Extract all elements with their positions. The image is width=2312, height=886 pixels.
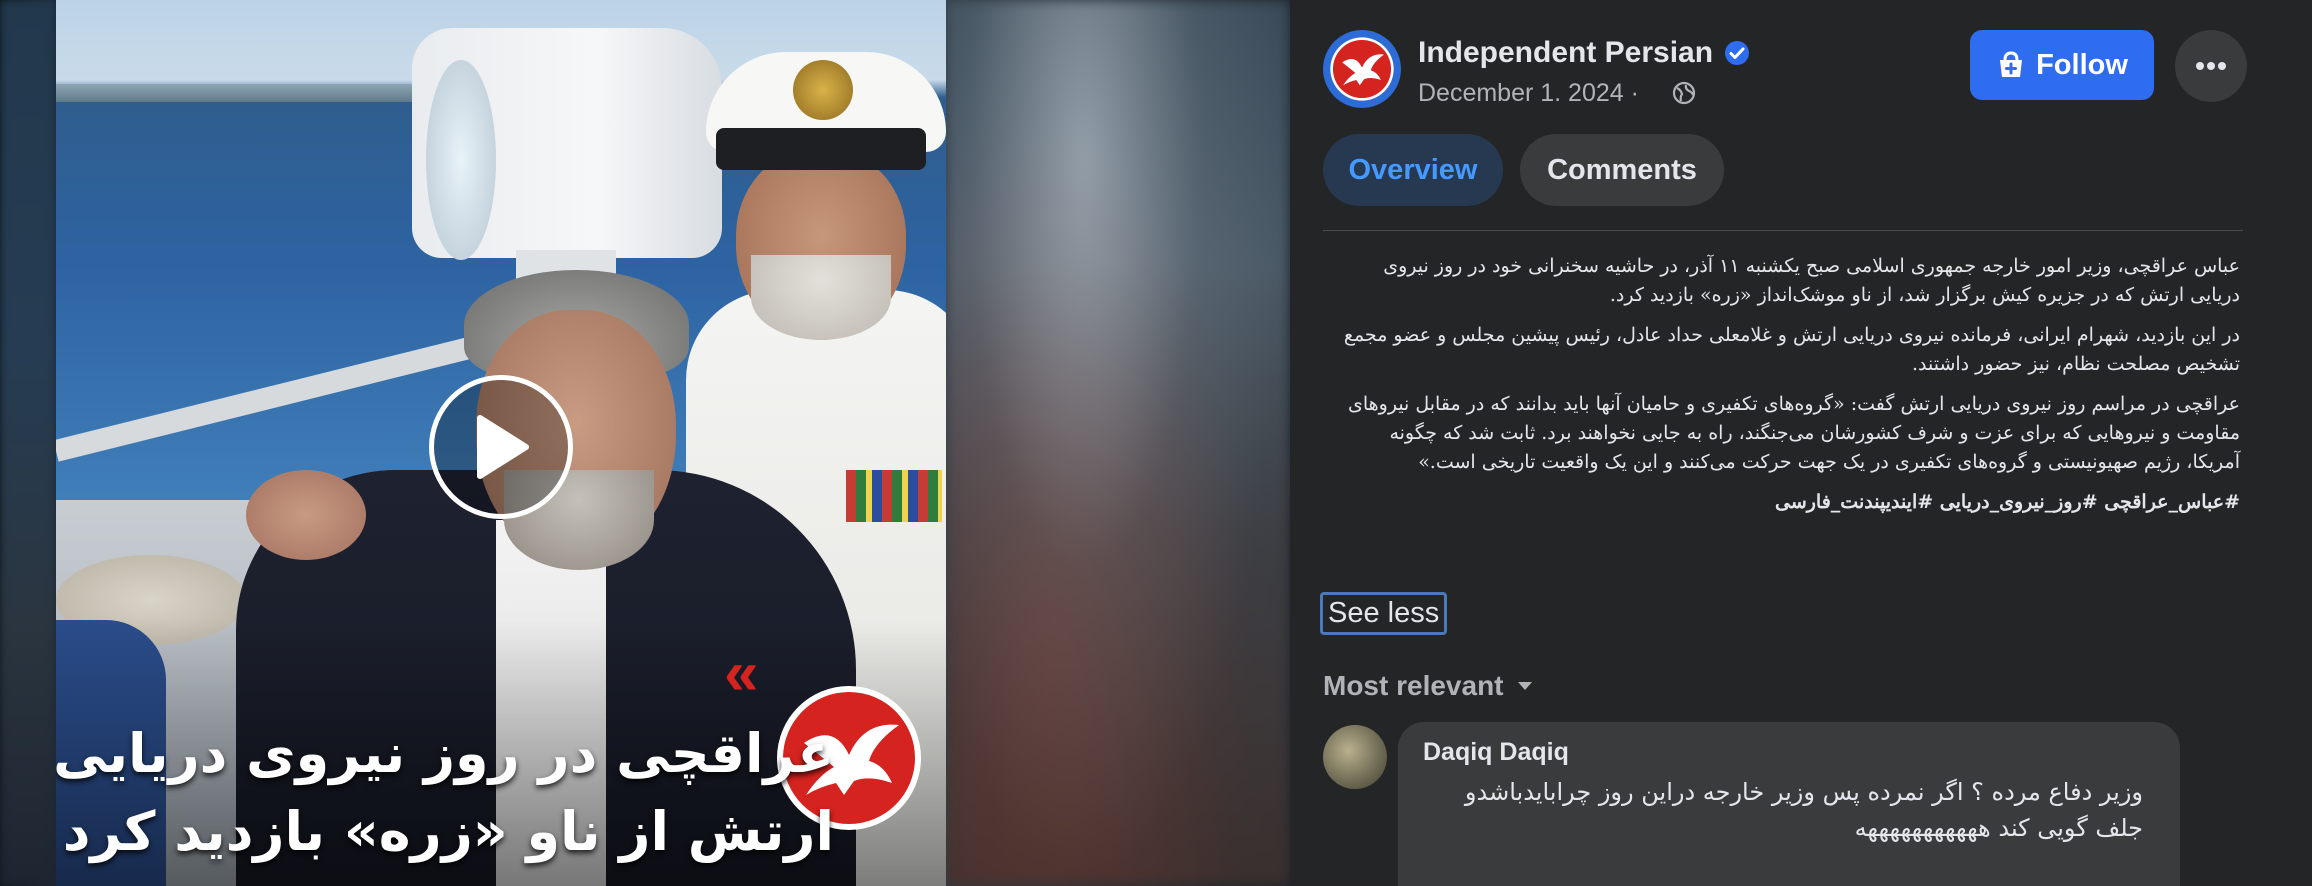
blurred-backdrop-right (946, 0, 1290, 886)
media-viewer: « عراقچی در روز نیروی دریایی ارتش از ناو… (0, 0, 1290, 886)
comment-text: وزیر دفاع مرده ؟ اگر نمرده پس وزیر خارجه… (1464, 778, 2143, 842)
video-scene-officer-medals (846, 470, 942, 522)
post-hashtags[interactable]: #عباس_عراقچی #روز_نیروی_دریایی #ایندیپند… (1330, 488, 2240, 517)
comment-sort-label: Most relevant (1323, 670, 1504, 701)
more-dots-icon (2196, 62, 2226, 70)
more-options-button[interactable] (2175, 30, 2247, 102)
video-scene-officer-cap-badge (793, 60, 853, 120)
post-caption: عباس عراقچی، وزیر امور خارجه جمهوری اسلا… (1330, 252, 2240, 528)
comment-sort-dropdown[interactable]: Most relevant (1323, 670, 1534, 702)
video-caption-line-2: ارتش از ناو «زره» بازدید کرد (62, 800, 834, 863)
tab-comments[interactable]: Comments (1520, 134, 1724, 206)
divider (1323, 230, 2243, 231)
blurred-backdrop-left (0, 0, 56, 886)
post-paragraph: عراقچی در مراسم روز نیروی دریایی ارتش گف… (1347, 393, 2240, 473)
follow-button[interactable]: Follow (1970, 30, 2154, 100)
page-name-link[interactable]: Independent Persian (1418, 36, 1713, 70)
avatar[interactable] (1323, 725, 1387, 789)
see-less-button[interactable]: See less (1320, 592, 1448, 635)
post-details-panel: Independent Persian December 1. 2024 · F… (1290, 0, 2312, 886)
video-scene-searchlight-lens (426, 60, 496, 260)
comment-bubble: Daqiq Daqiq وزیر دفاع مرده ؟ اگر نمرده پ… (1398, 722, 2180, 886)
page-avatar[interactable] (1323, 30, 1401, 108)
tab-overview[interactable]: Overview (1323, 134, 1503, 206)
globe-icon (1672, 81, 1696, 105)
video-caption-line-1: عراقچی در روز نیروی دریایی (56, 722, 834, 785)
brand-arrows-icon: « (724, 639, 759, 708)
follow-page-icon (2000, 51, 2023, 77)
play-icon (477, 415, 529, 479)
follow-button-label: Follow (2036, 48, 2128, 81)
video-scene-man-hand (246, 470, 366, 560)
video-player[interactable]: « عراقچی در روز نیروی دریایی ارتش از ناو… (56, 0, 946, 886)
chevron-down-icon (1517, 682, 1532, 690)
post-paragraph: در این بازدید، شهرام ایرانی، فرمانده نیر… (1343, 324, 2240, 375)
post-paragraph: عباس عراقچی، وزیر امور خارجه جمهوری اسلا… (1383, 255, 2240, 306)
verified-badge-icon (1725, 41, 1749, 65)
video-scene-officer-beard (751, 255, 891, 340)
video-scene-officer-cap-band (716, 128, 926, 170)
play-button[interactable] (429, 375, 573, 519)
comment-author-link[interactable]: Daqiq Daqiq (1423, 738, 1569, 767)
video-scene-shore (56, 84, 416, 102)
eagle-logo-icon (1330, 37, 1394, 101)
post-timestamp[interactable]: December 1. 2024 · (1418, 79, 1639, 108)
